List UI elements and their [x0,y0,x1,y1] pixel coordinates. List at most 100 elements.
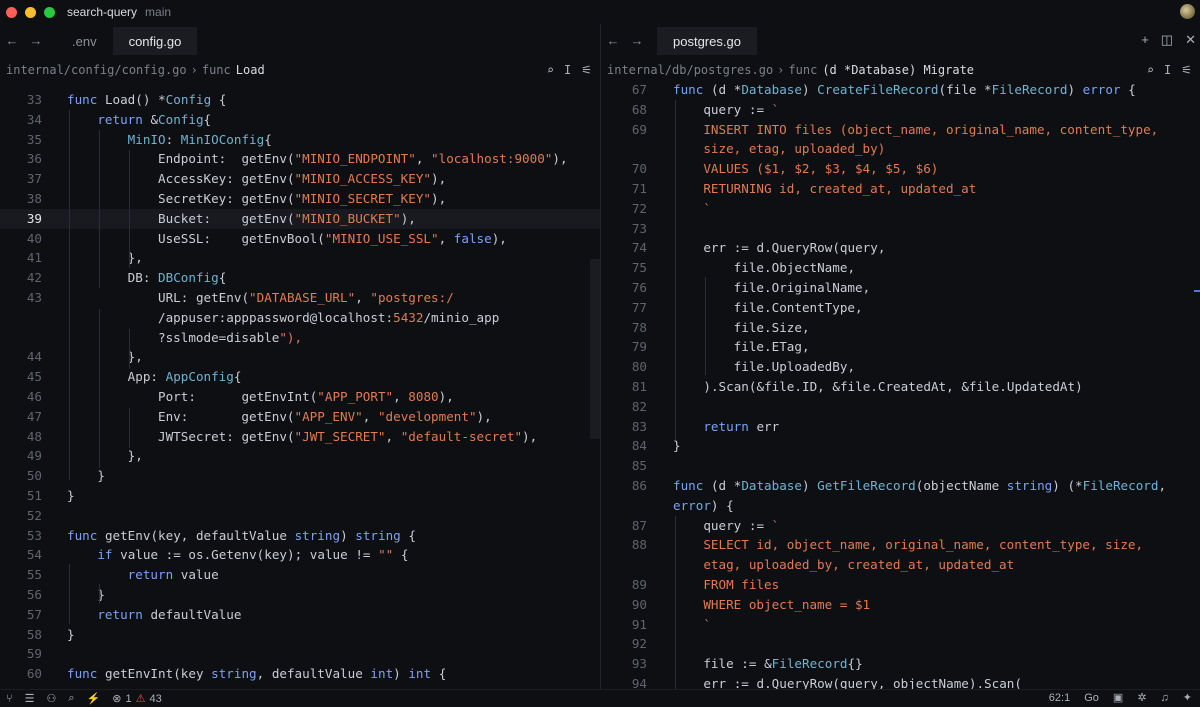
code-line[interactable]: error) { [601,496,1200,516]
line-number[interactable]: 46 [2,387,42,407]
code-line[interactable]: 56 } [0,585,600,605]
search-icon[interactable]: ⌕ [1147,63,1154,77]
debug-icon[interactable]: ✲ [1137,691,1146,704]
code-line[interactable]: 75 file.ObjectName, [601,258,1200,278]
line-number[interactable]: 54 [2,545,42,565]
branch-name[interactable]: main [145,5,171,19]
code-line[interactable]: 77 file.ContentType, [601,298,1200,318]
code-line[interactable]: ?sslmode=disable"), [0,328,600,348]
split-pane-icon[interactable]: ◫ [1161,32,1173,48]
back-arrow-icon[interactable]: ← [601,33,625,48]
code-line[interactable]: size, etag, uploaded_by) [601,139,1200,159]
language-mode[interactable]: Go [1084,692,1099,704]
code-line[interactable]: 70 VALUES ($1, $2, $3, $4, $5, $6) [601,159,1200,179]
code-line[interactable]: 59 [0,644,600,664]
breadcrumb-path[interactable]: internal/db/postgres.go [607,63,773,77]
line-number[interactable]: 40 [2,229,42,249]
git-branch-icon[interactable]: ⑂ [6,693,13,705]
code-line[interactable]: 38 SecretKey: getEnv("MINIO_SECRET_KEY")… [0,189,600,209]
breadcrumb-symbol[interactable]: Load [236,63,265,77]
code-line[interactable]: 58} [0,625,600,645]
line-number[interactable]: 79 [607,337,647,357]
code-line[interactable]: 50 } [0,466,600,486]
code-line[interactable]: 82 [601,397,1200,417]
bolt-icon[interactable]: ⚡ [87,692,101,705]
close-window-button[interactable] [6,6,17,18]
line-number[interactable]: 88 [607,535,647,555]
code-line[interactable]: 87 query := ` [601,516,1200,536]
tab-config-go[interactable]: config.go [112,27,198,55]
code-line[interactable]: 54 if value := os.Getenv(key); value != … [0,545,600,565]
code-line[interactable]: 55 return value [0,565,600,585]
code-line[interactable]: 89 FROM files [601,575,1200,595]
line-number[interactable]: 72 [607,199,647,219]
code-line[interactable]: 67 func (d *Database) CreateFileRecord(fi… [601,84,1200,100]
line-number[interactable]: 91 [607,615,647,635]
code-line[interactable]: 69 INSERT INTO files (object_name, origi… [601,120,1200,140]
avatar[interactable] [1180,4,1195,19]
code-line[interactable]: 76 file.OriginalName, [601,278,1200,298]
code-editor[interactable]: 67 func (d *Database) CreateFileRecord(fi… [601,84,1200,689]
code-line[interactable]: 39 Bucket: getEnv("MINIO_BUCKET"), [0,208,600,229]
editor-settings-icon[interactable]: ⚟ [1181,63,1192,77]
code-line[interactable]: 68 query := ` [601,100,1200,120]
line-number[interactable]: 70 [607,159,647,179]
code-line[interactable]: 34 return &Config{ [0,110,600,130]
code-line[interactable]: 57 return defaultValue [0,605,600,625]
line-number[interactable]: 86 [607,476,647,496]
line-number[interactable]: 56 [2,585,42,605]
code-line[interactable]: 42 DB: DBConfig{ [0,268,600,288]
line-number[interactable]: 53 [2,526,42,546]
new-tab-icon[interactable]: + [1141,32,1149,48]
code-editor[interactable]: 33 func Load() *Config {34 return &Config… [0,84,600,689]
line-number[interactable]: 76 [607,278,647,298]
line-number[interactable]: 90 [607,595,647,615]
code-line[interactable]: 93 file := &FileRecord{} [601,654,1200,674]
line-number[interactable]: 44 [2,347,42,367]
line-number[interactable]: 52 [2,506,42,526]
minimize-window-button[interactable] [25,6,36,18]
line-number[interactable]: 74 [607,238,647,258]
diagnostics-indicator[interactable]: ⊗ 1 ⚠ 43 [112,692,161,706]
line-number[interactable]: 49 [2,446,42,466]
code-line[interactable]: 33 func Load() *Config { [0,90,600,110]
code-line[interactable]: 83 return err [601,417,1200,437]
line-number[interactable]: 59 [2,644,42,664]
line-number[interactable]: 42 [2,268,42,288]
code-line[interactable]: 72 ` [601,199,1200,219]
line-number[interactable]: 71 [607,179,647,199]
code-line[interactable]: 47 Env: getEnv("APP_ENV", "development")… [0,407,600,427]
code-line[interactable]: 45 App: AppConfig{ [0,367,600,387]
forward-arrow-icon[interactable]: → [24,33,48,48]
line-number[interactable]: 89 [607,575,647,595]
line-number[interactable]: 47 [2,407,42,427]
line-number[interactable]: 73 [607,219,647,239]
breadcrumb-path[interactable]: internal/config/config.go [6,63,187,77]
line-number[interactable]: 87 [607,516,647,536]
line-number[interactable]: 67 [607,84,647,100]
line-number[interactable]: 84 [607,436,647,456]
code-line[interactable]: 36 Endpoint: getEnv("MINIO_ENDPOINT", "l… [0,149,600,169]
project-name[interactable]: search-query [67,5,137,19]
scrollbar[interactable] [590,259,600,439]
code-line[interactable]: 52 [0,506,600,526]
cursor-position[interactable]: 62:1 [1049,692,1070,704]
code-line[interactable]: 71 RETURNING id, created_at, updated_at [601,179,1200,199]
line-number[interactable]: 92 [607,634,647,654]
terminal-icon[interactable]: ▣ [1113,691,1123,704]
line-number[interactable]: 77 [607,298,647,318]
code-line[interactable]: 74 err := d.QueryRow(query, [601,238,1200,258]
code-line[interactable]: 53 func getEnv(key, defaultValue string) … [0,526,600,546]
code-line[interactable]: 49 }, [0,446,600,466]
code-line[interactable]: 90 WHERE object_name = $1 [601,595,1200,615]
code-line[interactable]: 80 file.UploadedBy, [601,357,1200,377]
assistant-icon[interactable]: ✦ [1183,691,1192,704]
line-number[interactable]: 39 [2,209,42,229]
line-number[interactable]: 48 [2,427,42,447]
line-number[interactable]: 94 [607,674,647,689]
forward-arrow-icon[interactable]: → [625,33,649,48]
code-line[interactable]: 78 file.Size, [601,318,1200,338]
breadcrumb-symbol[interactable]: (d *Database) Migrate [822,63,974,77]
code-line[interactable]: 85 [601,456,1200,476]
line-number[interactable]: 80 [607,357,647,377]
